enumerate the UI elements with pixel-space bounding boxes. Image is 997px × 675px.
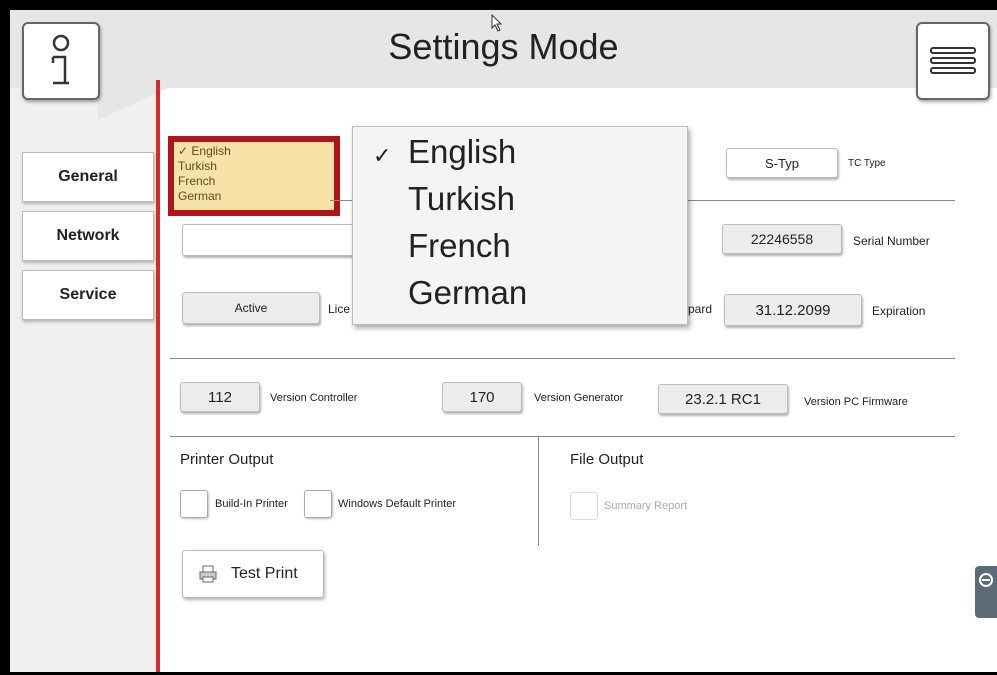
test-print-button[interactable]: Test Print bbox=[182, 550, 324, 598]
info-button[interactable] bbox=[22, 22, 100, 100]
license-label: Lice bbox=[328, 302, 351, 316]
column-divider bbox=[538, 436, 539, 546]
section-divider bbox=[170, 436, 955, 437]
tc-type-label: TC Type bbox=[848, 158, 886, 169]
cursor-icon bbox=[491, 14, 503, 32]
version-generator-label: Version Generator bbox=[534, 392, 624, 404]
dropdown-option-english[interactable]: English bbox=[408, 133, 516, 171]
windows-default-printer-checkbox[interactable] bbox=[304, 490, 332, 518]
dropdown-option-turkish[interactable]: Turkish bbox=[408, 180, 515, 218]
sidebar-divider bbox=[156, 80, 160, 672]
printer-icon bbox=[199, 565, 217, 583]
build-in-printer-checkbox[interactable] bbox=[180, 490, 208, 518]
language-select[interactable]: ✓ English Turkish French German bbox=[168, 136, 340, 216]
build-in-printer-label: Build-In Printer bbox=[215, 498, 288, 510]
page-title: Settings Mode bbox=[388, 26, 619, 67]
remote-tab-icon bbox=[979, 573, 993, 587]
language-option: ✓ English bbox=[178, 144, 231, 158]
menu-button[interactable] bbox=[916, 22, 990, 100]
language-option: French bbox=[178, 174, 216, 188]
sidebar-item-label: General bbox=[58, 168, 118, 185]
version-firmware-label: Version PC Firmware bbox=[804, 396, 908, 408]
text-field[interactable] bbox=[182, 224, 364, 256]
language-option: German bbox=[178, 189, 222, 203]
serial-number-label: Serial Number bbox=[853, 234, 930, 248]
summary-report-checkbox[interactable] bbox=[570, 492, 598, 520]
version-controller-label: Version Controller bbox=[270, 392, 358, 404]
tc-type-field[interactable]: S-Typ bbox=[726, 148, 838, 178]
dashboard-label: pard bbox=[688, 302, 713, 316]
serial-number-field: 22246558 bbox=[722, 224, 842, 254]
version-generator-field: 170 bbox=[442, 382, 522, 412]
language-options-preview: ✓ English Turkish French German bbox=[178, 144, 231, 204]
sidebar-item-label: Service bbox=[59, 286, 117, 303]
version-controller-field: 112 bbox=[180, 382, 260, 412]
test-print-label: Test Print bbox=[231, 565, 298, 582]
file-output-title: File Output bbox=[570, 451, 644, 468]
check-icon: ✓ bbox=[373, 143, 392, 168]
dropdown-option-german[interactable]: German bbox=[408, 274, 527, 312]
license-status-field: Active bbox=[182, 292, 320, 324]
info-icon bbox=[51, 34, 70, 85]
hamburger-menu-icon bbox=[930, 47, 976, 74]
remote-tab[interactable] bbox=[975, 566, 997, 618]
sidebar-item-service[interactable]: Service bbox=[22, 270, 154, 320]
language-option: Turkish bbox=[178, 159, 217, 173]
dropdown-option-french[interactable]: French bbox=[408, 227, 511, 265]
expiration-field: 31.12.2099 bbox=[724, 294, 862, 326]
language-dropdown-menu: ✓ English Turkish French German bbox=[352, 126, 688, 325]
section-divider bbox=[170, 358, 955, 359]
sidebar-item-general[interactable]: General bbox=[22, 152, 154, 202]
sidebar-item-network[interactable]: Network bbox=[22, 211, 154, 261]
app-window: Settings Mode General Network Service ✓ … bbox=[10, 10, 997, 672]
sidebar-item-label: Network bbox=[56, 227, 120, 244]
version-firmware-field: 23.2.1 RC1 bbox=[658, 384, 788, 414]
summary-report-label: Summary Report bbox=[604, 500, 688, 512]
expiration-label: Expiration bbox=[872, 304, 926, 318]
printer-output-title: Printer Output bbox=[180, 451, 274, 468]
windows-default-printer-label: Windows Default Printer bbox=[338, 498, 456, 510]
